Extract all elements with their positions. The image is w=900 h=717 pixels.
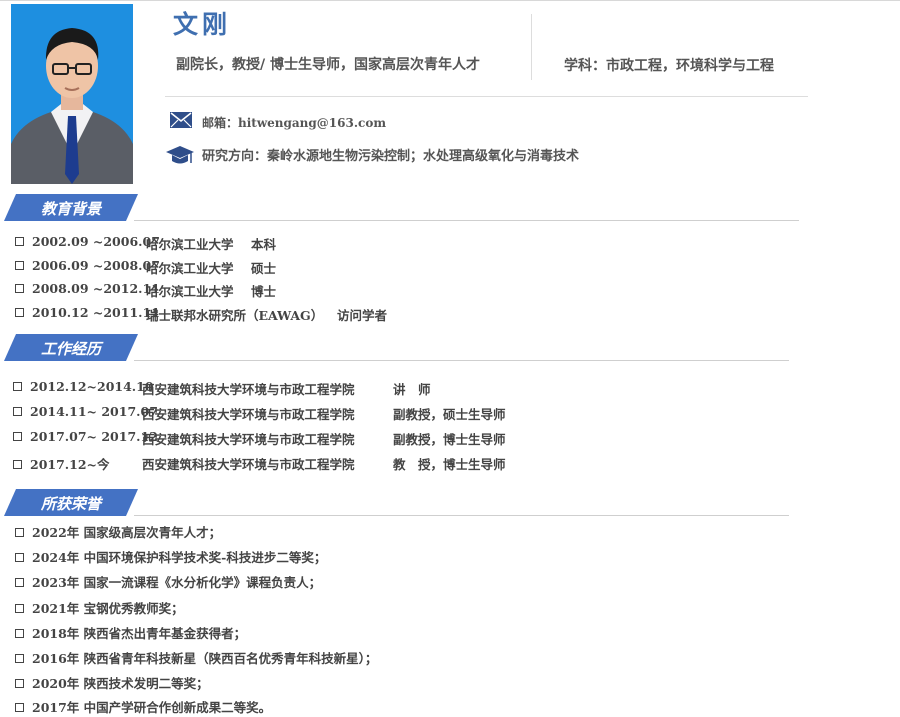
list-item: 2002.09 ~2006.07 哈尔滨工业大学 本科 bbox=[15, 234, 276, 252]
person-name: 文刚 bbox=[173, 10, 232, 39]
honor-item: 2017年 中国产学研合作创新成果二等奖。 bbox=[15, 697, 271, 716]
square-bullet-icon bbox=[15, 528, 24, 537]
square-bullet-icon bbox=[15, 629, 24, 638]
section-heading: 工作经历 bbox=[40, 340, 101, 358]
honor-item: 2023年 国家一流课程《水分析化学》课程负责人； bbox=[15, 572, 321, 591]
list-item: 2008.09 ~2012.11 哈尔滨工业大学 博士 bbox=[15, 281, 276, 299]
list-item: 2017.12~今 西安建筑科技大学环境与市政工程学院 教 授，博士生导师 bbox=[13, 454, 506, 473]
list-item: 2010.12 ~2011.11 瑞士联邦水研究所（EAWAG） 访问学者 bbox=[15, 305, 387, 323]
section-rule bbox=[134, 360, 789, 361]
section-tab: 工作经历 bbox=[4, 334, 138, 361]
section-rule bbox=[134, 220, 799, 221]
graduation-cap-icon bbox=[165, 144, 195, 168]
square-bullet-icon bbox=[13, 460, 22, 469]
square-bullet-icon bbox=[13, 407, 22, 416]
portrait-photo bbox=[11, 4, 133, 184]
honor-item: 2020年 陕西技术发明二等奖； bbox=[15, 673, 209, 692]
list-item: 2006.09 ~2008.07 哈尔滨工业大学 硕士 bbox=[15, 258, 276, 276]
honor-item: 2022年 国家级高层次青年人才； bbox=[15, 522, 221, 541]
research-direction: 研究方向：秦岭水源地生物污染控制；水处理高级氧化与消毒技术 bbox=[202, 149, 580, 164]
section-tab: 教育背景 bbox=[4, 194, 138, 221]
job-title: 副院长，教授/ 博士生导师，国家高层次青年人才 bbox=[176, 57, 480, 73]
square-bullet-icon bbox=[15, 578, 24, 587]
square-bullet-icon bbox=[15, 604, 24, 613]
honor-item: 2016年 陕西省青年科技新星（陕西百名优秀青年科技新星）； bbox=[15, 648, 377, 667]
honor-item: 2024年 中国环境保护科学技术奖-科技进步二等奖； bbox=[15, 547, 326, 566]
square-bullet-icon bbox=[15, 308, 24, 317]
square-bullet-icon bbox=[15, 261, 24, 270]
square-bullet-icon bbox=[15, 654, 24, 663]
square-bullet-icon bbox=[13, 382, 22, 391]
section-rule bbox=[134, 515, 789, 516]
square-bullet-icon bbox=[15, 284, 24, 293]
square-bullet-icon bbox=[15, 553, 24, 562]
square-bullet-icon bbox=[13, 432, 22, 441]
square-bullet-icon bbox=[15, 237, 24, 246]
honor-item: 2021年 宝钢优秀教师奖； bbox=[15, 598, 184, 617]
email-text[interactable]: 邮箱：hitwengang@163.com bbox=[202, 114, 386, 131]
section-tab: 所获荣誉 bbox=[4, 489, 138, 516]
list-item: 2017.07~ 2017.12 西安建筑科技大学环境与市政工程学院 副教授，博… bbox=[13, 429, 506, 447]
section-heading: 所获荣誉 bbox=[40, 495, 101, 513]
honor-item: 2018年 陕西省杰出青年基金获得者； bbox=[15, 623, 246, 642]
top-border bbox=[0, 0, 900, 1]
square-bullet-icon bbox=[15, 703, 24, 712]
section-heading: 教育背景 bbox=[40, 200, 101, 218]
header-divider bbox=[531, 14, 532, 80]
list-item: 2012.12~2014.10 西安建筑科技大学环境与市政工程学院 讲 师 bbox=[13, 379, 431, 397]
list-item: 2014.11~ 2017.07 西安建筑科技大学环境与市政工程学院 副教授，硕… bbox=[13, 404, 506, 422]
header-separator bbox=[165, 96, 808, 97]
square-bullet-icon bbox=[15, 679, 24, 688]
discipline: 学科：市政工程，环境科学与工程 bbox=[564, 58, 774, 74]
envelope-icon bbox=[170, 112, 192, 128]
